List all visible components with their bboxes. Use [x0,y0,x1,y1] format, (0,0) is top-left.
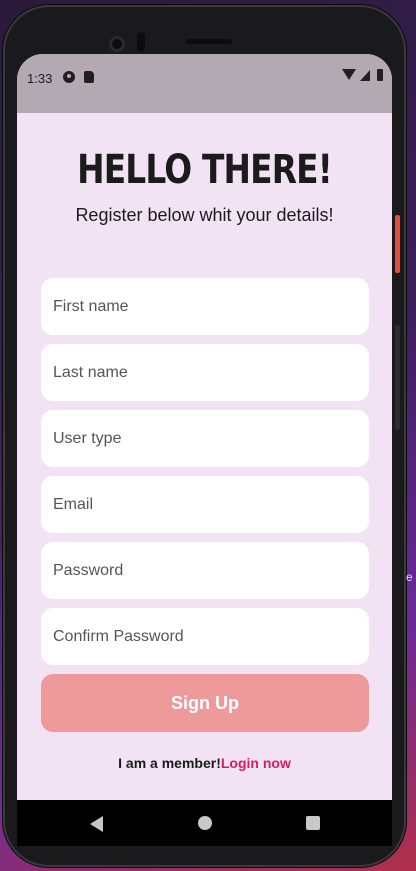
front-camera [109,36,125,52]
member-prompt: I am a member!Login now [17,755,392,771]
page-subtitle: Register below whit your details! [75,205,334,225]
recents-icon[interactable] [306,816,320,830]
confirm-password-field[interactable] [41,608,369,665]
user-type-input[interactable] [41,429,369,448]
page-title: HELLO THERE! [77,147,333,193]
wifi-icon [342,69,356,80]
member-text: I am a member! [118,755,221,771]
app-screen: 1:33 HELLO THERE! Register below whit yo… [17,54,392,800]
volume-button [395,215,400,273]
first-name-input[interactable] [41,297,369,316]
email-input[interactable] [41,495,369,514]
login-now-link[interactable]: Login now [221,755,291,771]
registration-form: Sign Up [41,278,369,732]
password-field[interactable] [41,542,369,599]
edge-text: e [406,570,413,584]
status-bar: 1:33 [17,54,392,113]
signal-icon [360,70,370,81]
email-field[interactable] [41,476,369,533]
power-button [395,325,400,430]
sd-card-icon [84,71,94,83]
navigation-bar [17,800,392,846]
sign-up-button[interactable]: Sign Up [41,674,369,732]
home-icon[interactable] [198,816,212,830]
last-name-input[interactable] [41,363,369,382]
first-name-field[interactable] [41,278,369,335]
battery-icon [377,69,383,81]
earpiece-speaker [186,39,232,44]
back-icon[interactable] [90,816,103,832]
user-type-field[interactable] [41,410,369,467]
password-input[interactable] [41,561,369,580]
last-name-field[interactable] [41,344,369,401]
confirm-password-input[interactable] [41,627,369,646]
status-time: 1:33 [27,71,53,86]
sensor [137,32,145,52]
camera-icon [63,71,75,83]
